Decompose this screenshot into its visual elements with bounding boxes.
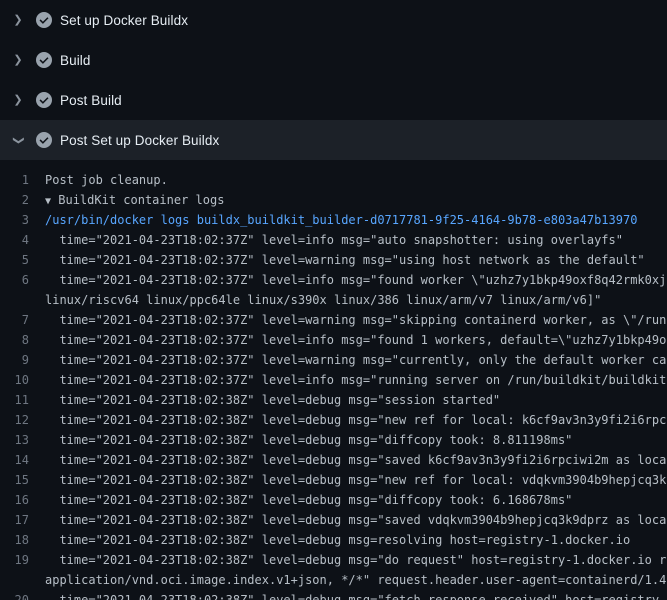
line-number[interactable]: 5 — [0, 250, 45, 270]
log-text: time="2021-04-23T18:02:38Z" level=debug … — [45, 490, 572, 510]
line-number[interactable]: 8 — [0, 330, 45, 350]
log-text: time="2021-04-23T18:02:38Z" level=debug … — [45, 550, 666, 570]
log-line: application/vnd.oci.image.index.v1+json,… — [0, 570, 667, 590]
log-text: ▼ BuildKit container logs — [45, 190, 224, 210]
log-text: time="2021-04-23T18:02:38Z" level=debug … — [45, 430, 572, 450]
line-number[interactable]: 15 — [0, 470, 45, 490]
log-line: 10 time="2021-04-23T18:02:37Z" level=inf… — [0, 370, 667, 390]
log-text: /usr/bin/docker logs buildx_buildkit_bui… — [45, 210, 637, 230]
log-line: 15 time="2021-04-23T18:02:38Z" level=deb… — [0, 470, 667, 490]
log-text: application/vnd.oci.image.index.v1+json,… — [45, 570, 666, 590]
step-label: Set up Docker Buildx — [60, 13, 188, 28]
line-number[interactable]: 6 — [0, 270, 45, 290]
line-number[interactable]: 4 — [0, 230, 45, 250]
log-line: 5 time="2021-04-23T18:02:37Z" level=warn… — [0, 250, 667, 270]
line-number[interactable]: 19 — [0, 550, 45, 570]
log-line: 19 time="2021-04-23T18:02:38Z" level=deb… — [0, 550, 667, 570]
line-number[interactable]: 10 — [0, 370, 45, 390]
log-text: time="2021-04-23T18:02:38Z" level=debug … — [45, 390, 500, 410]
log-line: 13 time="2021-04-23T18:02:38Z" level=deb… — [0, 430, 667, 450]
log-line: 16 time="2021-04-23T18:02:38Z" level=deb… — [0, 490, 667, 510]
log-text: linux/riscv64 linux/ppc64le linux/s390x … — [45, 290, 601, 310]
check-circle-icon — [36, 132, 52, 148]
step-header-post-set-up-docker-buildx[interactable]: ❯ Post Set up Docker Buildx — [0, 120, 667, 160]
step-list: ❯ Set up Docker Buildx ❯ Build ❯ Post Bu — [0, 0, 667, 600]
log-text: time="2021-04-23T18:02:38Z" level=debug … — [45, 590, 666, 600]
log-text: time="2021-04-23T18:02:37Z" level=info m… — [45, 230, 623, 250]
chevron-icon[interactable]: ❯ — [13, 134, 24, 146]
log-text: time="2021-04-23T18:02:38Z" level=debug … — [45, 470, 666, 490]
log-line: 1 Post job cleanup. — [0, 170, 667, 190]
log-line: 9 time="2021-04-23T18:02:37Z" level=warn… — [0, 350, 667, 370]
line-number[interactable] — [0, 290, 45, 310]
log-line: 20 time="2021-04-23T18:02:38Z" level=deb… — [0, 590, 667, 600]
line-number[interactable]: 9 — [0, 350, 45, 370]
check-circle-icon — [36, 92, 52, 108]
line-number[interactable]: 11 — [0, 390, 45, 410]
log-line: 18 time="2021-04-23T18:02:38Z" level=deb… — [0, 530, 667, 550]
log-line: 14 time="2021-04-23T18:02:38Z" level=deb… — [0, 450, 667, 470]
log-text: time="2021-04-23T18:02:37Z" level=warnin… — [45, 250, 645, 270]
log-line: 4 time="2021-04-23T18:02:37Z" level=info… — [0, 230, 667, 250]
line-number[interactable]: 7 — [0, 310, 45, 330]
line-number[interactable]: 3 — [0, 210, 45, 230]
chevron-icon[interactable]: ❯ — [12, 55, 24, 66]
log-line: 8 time="2021-04-23T18:02:37Z" level=info… — [0, 330, 667, 350]
line-number[interactable]: 2 — [0, 190, 45, 210]
log-line: 3 /usr/bin/docker logs buildx_buildkit_b… — [0, 210, 667, 230]
line-number[interactable]: 12 — [0, 410, 45, 430]
log-text: time="2021-04-23T18:02:38Z" level=debug … — [45, 530, 630, 550]
log-text: time="2021-04-23T18:02:38Z" level=debug … — [45, 450, 666, 470]
step-header-set-up-docker-buildx[interactable]: ❯ Set up Docker Buildx — [0, 0, 667, 40]
log-text: time="2021-04-23T18:02:37Z" level=info m… — [45, 370, 666, 390]
step-header-post-build[interactable]: ❯ Post Build — [0, 80, 667, 120]
log-line: 17 time="2021-04-23T18:02:38Z" level=deb… — [0, 510, 667, 530]
chevron-icon[interactable]: ❯ — [12, 15, 24, 26]
chevron-icon[interactable]: ❯ — [12, 95, 24, 106]
line-number[interactable]: 1 — [0, 170, 45, 190]
log-line: 11 time="2021-04-23T18:02:38Z" level=deb… — [0, 390, 667, 410]
actions-log-viewer: ❯ Set up Docker Buildx ❯ Build ❯ Post Bu — [0, 0, 667, 600]
log-text: Post job cleanup. — [45, 170, 168, 190]
log-text: time="2021-04-23T18:02:37Z" level=info m… — [45, 270, 666, 290]
log-line: 6 time="2021-04-23T18:02:37Z" level=info… — [0, 270, 667, 290]
step-label: Post Set up Docker Buildx — [60, 133, 219, 148]
line-number[interactable]: 16 — [0, 490, 45, 510]
line-number[interactable]: 18 — [0, 530, 45, 550]
step-label: Post Build — [60, 93, 122, 108]
step-label: Build — [60, 53, 91, 68]
log-line: 2 ▼ BuildKit container logs — [0, 190, 667, 210]
line-number[interactable]: 13 — [0, 430, 45, 450]
line-number[interactable]: 20 — [0, 590, 45, 600]
log-text: time="2021-04-23T18:02:37Z" level=warnin… — [45, 310, 666, 330]
line-number[interactable]: 17 — [0, 510, 45, 530]
log-line: 7 time="2021-04-23T18:02:37Z" level=warn… — [0, 310, 667, 330]
log-area: 1 Post job cleanup. 2 ▼ BuildKit contain… — [0, 160, 667, 600]
log-text: time="2021-04-23T18:02:38Z" level=debug … — [45, 510, 666, 530]
log-text: time="2021-04-23T18:02:37Z" level=info m… — [45, 330, 666, 350]
log-line: 12 time="2021-04-23T18:02:38Z" level=deb… — [0, 410, 667, 430]
step-header-build[interactable]: ❯ Build — [0, 40, 667, 80]
check-circle-icon — [36, 12, 52, 28]
log-line: linux/riscv64 linux/ppc64le linux/s390x … — [0, 290, 667, 310]
line-number[interactable]: 14 — [0, 450, 45, 470]
check-circle-icon — [36, 52, 52, 68]
line-number[interactable] — [0, 570, 45, 590]
log-text: time="2021-04-23T18:02:38Z" level=debug … — [45, 410, 666, 430]
log-group-label[interactable]: BuildKit container logs — [51, 193, 224, 207]
log-text: time="2021-04-23T18:02:37Z" level=warnin… — [45, 350, 666, 370]
